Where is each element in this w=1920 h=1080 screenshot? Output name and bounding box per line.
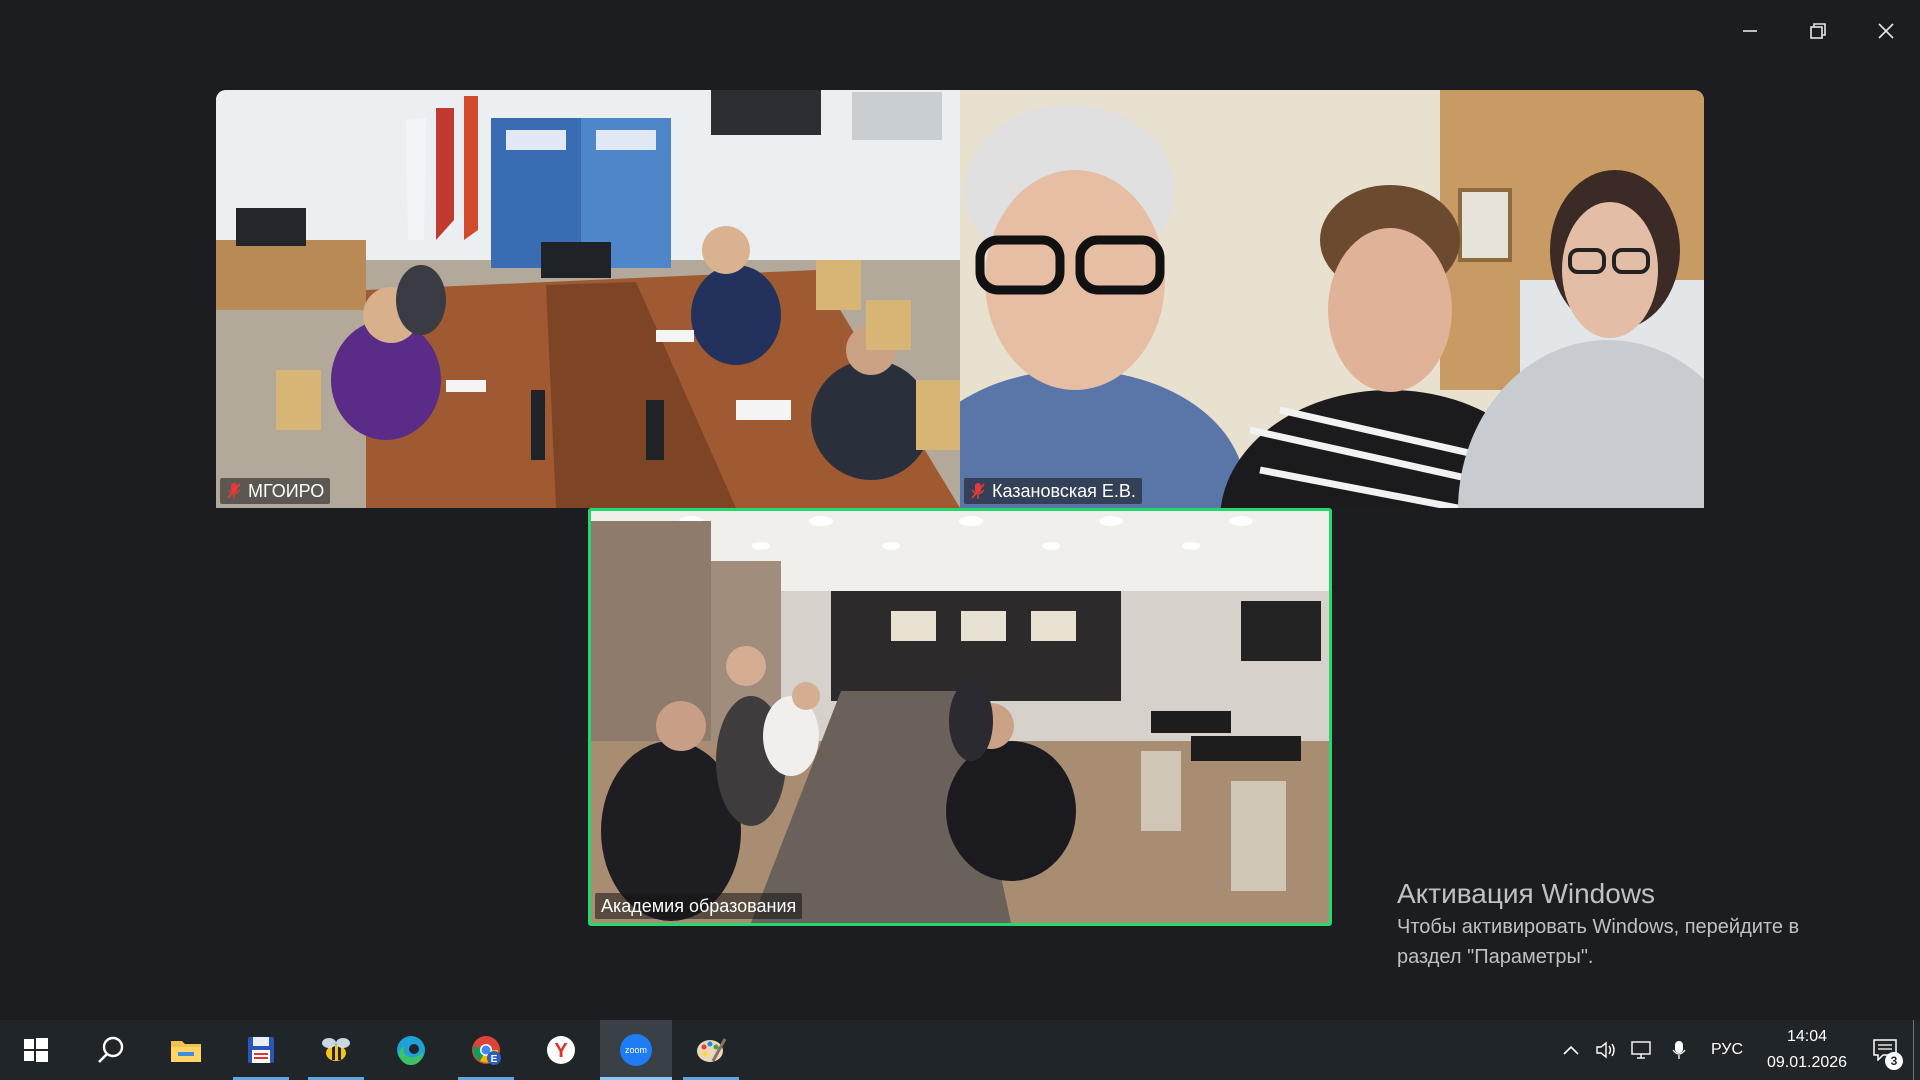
windows-start-icon xyxy=(24,1038,48,1062)
search-icon xyxy=(98,1036,124,1063)
chevron-up-icon xyxy=(1563,1045,1579,1055)
participant-name: Казановская Е.В. xyxy=(992,481,1136,501)
mic-muted-icon xyxy=(227,483,241,499)
yandex-browser-button[interactable]: Y xyxy=(525,1020,597,1080)
zoom-app-button[interactable]: zoom xyxy=(600,1020,672,1080)
activation-text: Чтобы активировать Windows, перейдите в … xyxy=(1397,916,1800,968)
video-tile-academy-active-speaker[interactable]: Академия образования xyxy=(588,508,1332,926)
zoom-meeting-window: МГОИРО Казановская Е.В. Академия образов… xyxy=(0,0,1920,1080)
maximize-button[interactable] xyxy=(1784,0,1852,62)
chrome-browser-button[interactable]: E xyxy=(450,1020,522,1080)
edge-browser-icon xyxy=(397,1036,425,1066)
show-desktop-button[interactable] xyxy=(1913,1020,1920,1080)
input-language-indicator[interactable]: РУС xyxy=(1697,1041,1757,1059)
meeting-hall-video xyxy=(591,511,1329,923)
volume-button[interactable] xyxy=(1589,1020,1625,1080)
paint-app-button[interactable] xyxy=(675,1020,747,1080)
disk-app-button[interactable] xyxy=(225,1020,297,1080)
window-controls xyxy=(1716,0,1920,62)
search-button[interactable] xyxy=(75,1020,147,1080)
show-hidden-icons-button[interactable] xyxy=(1553,1020,1589,1080)
chrome-browser-icon: E xyxy=(472,1036,501,1065)
clock-date: 09.01.2026 xyxy=(1766,1054,1848,1071)
system-tray: РУС 14:04 09.01.2026 3 xyxy=(1553,1020,1920,1080)
conference-room-video xyxy=(216,90,960,508)
bee-app-button[interactable] xyxy=(300,1020,372,1080)
edge-browser-button[interactable] xyxy=(375,1020,447,1080)
restore-icon xyxy=(1810,23,1826,39)
participant-name: Академия образования xyxy=(601,896,797,916)
minimize-icon xyxy=(1743,30,1757,32)
participant-name: МГОИРО xyxy=(248,481,325,501)
save-disk-app-icon xyxy=(248,1037,274,1063)
three-participants-video xyxy=(960,90,1704,508)
close-icon xyxy=(1878,23,1894,39)
zoom-app-icon: zoom xyxy=(620,1034,652,1066)
bee-app-icon xyxy=(322,1038,350,1061)
network-button[interactable] xyxy=(1625,1020,1661,1080)
activation-title: Активация Windows xyxy=(1397,878,1656,909)
close-button[interactable] xyxy=(1852,0,1920,62)
windows-activation-watermark: Активация Windows Чтобы активировать Win… xyxy=(1397,876,1857,972)
participant-name-label: МГОИРО xyxy=(220,478,331,504)
microphone-icon xyxy=(1672,1041,1686,1059)
notification-count-badge: 3 xyxy=(1885,1052,1903,1070)
paint-app-icon xyxy=(697,1038,727,1062)
participant-name-label: Казановская Е.В. xyxy=(964,478,1142,504)
network-icon xyxy=(1631,1041,1651,1059)
yandex-letter: Y xyxy=(554,1040,568,1062)
clock[interactable]: 14:04 09.01.2026 xyxy=(1757,1024,1857,1076)
microphone-button[interactable] xyxy=(1661,1020,1697,1080)
zoom-label: zoom xyxy=(625,1045,647,1055)
video-tile-mgoiro[interactable]: МГОИРО xyxy=(216,90,960,508)
action-center-button[interactable]: 3 xyxy=(1857,1020,1913,1080)
file-explorer-icon xyxy=(171,1041,201,1062)
mic-muted-icon xyxy=(971,483,985,499)
windows-taskbar: E Y zoom РУС 14:04 09.01.2026 3 xyxy=(0,1020,1920,1080)
volume-icon xyxy=(1596,1041,1615,1059)
minimize-button[interactable] xyxy=(1716,0,1784,62)
clock-time: 14:04 xyxy=(1786,1028,1828,1045)
chrome-profile-badge: E xyxy=(491,1054,498,1065)
start-button[interactable] xyxy=(0,1020,72,1080)
file-explorer-button[interactable] xyxy=(150,1020,222,1080)
video-tile-kazanovskaya[interactable]: Казановская Е.В. xyxy=(960,90,1704,508)
yandex-browser-icon: Y xyxy=(547,1036,575,1064)
participant-name-label: Академия образования xyxy=(595,893,803,919)
